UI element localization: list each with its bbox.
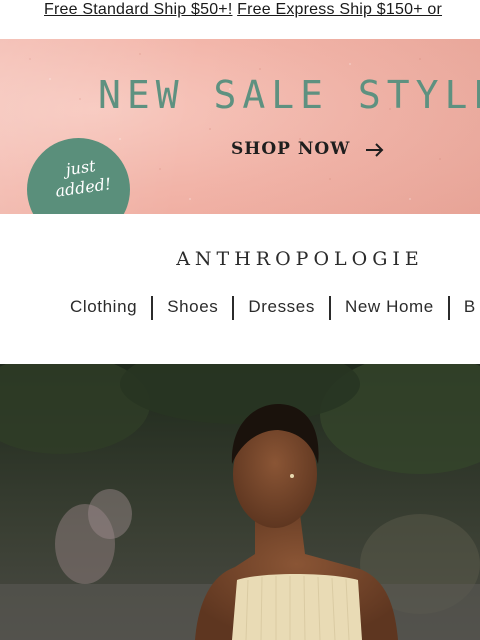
shop-now-button[interactable]: SHOP NOW xyxy=(231,139,385,159)
nav-divider xyxy=(328,296,331,320)
arrow-right-icon xyxy=(366,142,384,157)
promo-links: Free Standard Ship $50+! Free Express Sh… xyxy=(44,1,442,19)
nav-divider xyxy=(447,296,450,320)
nav-divider xyxy=(232,296,235,320)
free-standard-ship-link[interactable]: Free Standard Ship $50+! xyxy=(44,1,232,18)
free-express-ship-link[interactable]: Free Express Ship $150+ or xyxy=(237,1,442,18)
main-nav: Clothing Shoes Dresses New Home B xyxy=(70,296,476,320)
nav-item-b[interactable]: B xyxy=(464,297,476,317)
nav-item-dresses[interactable]: Dresses xyxy=(248,297,315,317)
nav-divider xyxy=(151,296,154,320)
promo-bar: Free Standard Ship $50+! Free Express Sh… xyxy=(0,0,480,40)
nav-item-shoes[interactable]: Shoes xyxy=(167,297,218,317)
hero-title: NEW SALE STYLE xyxy=(98,73,480,117)
nav-item-clothing[interactable]: Clothing xyxy=(70,297,137,317)
sale-hero-banner[interactable]: NEW SALE STYLE SHOP NOW just added! xyxy=(0,39,480,214)
shop-now-label: SHOP NOW xyxy=(231,139,351,159)
nav-item-new-home[interactable]: New Home xyxy=(345,297,434,317)
model-photo-illustration xyxy=(0,364,480,640)
brand-logo[interactable]: ANTHROPOLOGIE xyxy=(0,248,480,270)
feature-model-photo[interactable] xyxy=(0,364,480,640)
